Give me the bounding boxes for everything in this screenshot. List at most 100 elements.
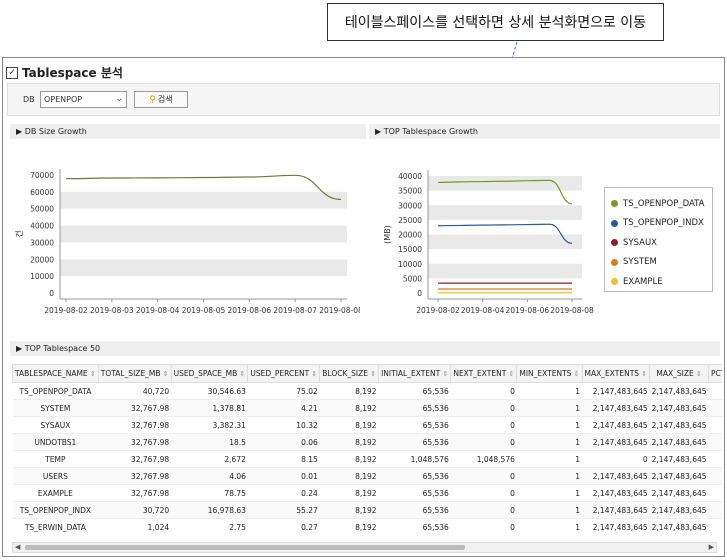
sort-icon[interactable]: ⇕ [639,370,647,378]
y-tick-label: 10000 [398,260,422,269]
tablespace-name-cell[interactable]: TS_ERWIN_DATA [12,518,99,534]
table-row[interactable]: TEMP 32,767.98 2,672 8.15 8,192 1,048,576 1,04… [12,450,722,468]
column-header[interactable]: USED_SPACE_MB ⇕ [170,364,249,383]
page-title: Tablespace 분석 [22,66,123,80]
table-cell: 2,147,483,645 [582,484,650,502]
tablespace-name-cell[interactable]: USERS [12,467,99,485]
chevron-down-icon: ⌄ [115,94,123,104]
table-cell: 32,767.98 [98,467,172,485]
table-row[interactable]: TS_ERWIN_DATA 1,024 2.75 0.27 8,192 65,536 0 1 2… [12,518,722,534]
table-cell: 65,536 [378,501,451,519]
table-cell: 65,536 [378,433,451,451]
grid-band [60,225,347,243]
search-icon: ⚲ [149,94,156,105]
table-cell: 0 [450,382,517,400]
sort-icon[interactable]: ⇕ [88,370,96,378]
tablespace-name-cell[interactable]: TEMP [12,450,99,468]
column-header-label: PCT_IN [711,369,722,378]
table-cell: 1 [516,501,583,519]
chart-legend: TS_OPENPOP_DATA TS_OPENPOP_INDX SYSAUX SYST… [604,187,713,292]
tablespace-name-cell[interactable]: UNDOTBS1 [12,433,99,451]
x-tick-label: 2019-08-02 [416,306,460,315]
table-row[interactable]: SYSTEM 32,767.98 1,378.81 4.21 8,192 65,536 0 1… [12,399,722,417]
legend-item[interactable]: TS_OPENPOP_INDX [611,214,712,234]
tablespace-name-cell[interactable]: TS_OPENPOP_DATA [12,382,99,400]
column-header-label: MAX_SIZE [656,369,694,378]
y-tick-label: 60000 [30,188,54,197]
horizontal-scrollbar[interactable]: ◀ ▶ [12,542,717,553]
legend-item[interactable]: TS_OPENPOP_DATA [611,194,712,214]
sort-icon[interactable]: ⇕ [506,370,515,378]
sort-icon[interactable]: ⇕ [368,370,376,378]
column-header[interactable]: INITIAL_EXTENT ⇕ [378,364,452,383]
x-tick-label: 2019-08-02 [44,306,88,315]
scroll-left-icon[interactable]: ◀ [15,543,20,552]
column-header[interactable]: USED_PERCENT ⇕ [247,364,321,383]
y-tick-label: 0 [49,289,54,298]
table-cell [708,433,722,451]
tablespace-name-cell[interactable]: SYSAUX [12,416,99,434]
tablespace-name-cell[interactable]: EXAMPLE [12,484,99,502]
db-select[interactable]: OPENPOP ⌄ [40,91,127,108]
table-cell: 0 [582,450,650,468]
y-tick-label: 5000 [403,274,422,283]
table-cell: 2,672 [171,450,248,468]
sort-icon[interactable]: ⇕ [440,370,448,378]
table-cell: 1 [516,399,583,417]
column-header[interactable]: MAX_SIZE ⇕ [649,364,710,383]
table-cell: 0.06 [247,433,320,451]
scroll-right-icon[interactable]: ▶ [709,543,714,552]
tablespace-name-cell[interactable]: TS_OPENPOP_INDX [12,501,99,519]
sort-icon[interactable]: ⇕ [309,370,317,378]
grid-band [60,259,347,277]
column-header-label: NEXT_EXTENT [453,369,507,378]
table-cell: 10.32 [247,416,320,434]
table-row[interactable]: EXAMPLE 32,767.98 78.75 0.24 8,192 65,536 0 1 2,… [12,484,722,502]
table-row[interactable]: SYSAUX 32,767.98 3,382.31 10.32 8,192 65,536 0… [12,416,722,434]
sort-icon[interactable]: ⇕ [571,370,580,378]
column-header[interactable]: PCT_IN [708,364,722,383]
column-header[interactable]: MAX_EXTENTS ⇕ [581,364,651,383]
table-cell: 8,192 [319,467,379,485]
table-cell: 2,147,483,645 [582,518,650,534]
column-header-label: USED_SPACE_MB [173,369,238,378]
table-cell [708,518,722,534]
table-row[interactable]: TS_OPENPOP_DATA 40,720 30,546.63 75.02 8,192… [12,382,722,400]
table-cell: 2,147,483,645 [582,382,650,400]
legend-item[interactable]: SYSAUX [611,233,712,253]
search-button[interactable]: ⚲ 검색 [134,91,188,108]
tablespace-name-cell[interactable]: SYSTEM [12,399,99,417]
table-cell: 4.06 [171,467,248,485]
table-cell: 2,147,483,645 [582,501,650,519]
scrollbar-thumb[interactable] [25,545,465,550]
table-row[interactable]: USERS 32,767.98 4.06 0.01 8,192 65,536 0 1 2,147… [12,467,722,485]
table-cell: 2,147,483,645 [649,399,709,417]
table-cell: 0 [450,433,517,451]
column-header[interactable]: TABLESPACE_NAME ⇕ [12,364,99,383]
table-cell: 8,192 [319,416,379,434]
sort-icon[interactable]: ⇕ [694,370,702,378]
table-row[interactable]: UNDOTBS1 32,767.98 18.5 0.06 8,192 65,536 0 1 2,… [12,433,722,451]
sort-icon[interactable]: ⇕ [237,370,246,378]
legend-swatch [611,258,618,266]
table-cell: 8,192 [319,433,379,451]
table-cell: 0 [450,467,517,485]
table-cell: 1 [516,518,583,534]
y-axis-label: 건 [14,230,24,237]
legend-swatch [611,278,618,286]
sort-icon[interactable]: ⇕ [161,370,169,378]
column-header[interactable]: TOTAL_SIZE_MB ⇕ [97,364,172,383]
legend-item[interactable]: EXAMPLE [611,272,712,292]
table-cell: 2,147,483,645 [649,450,709,468]
checkbox-icon: ✓ [6,66,18,79]
y-tick-label: 40000 [30,222,54,231]
column-header[interactable]: MIN_EXTENTS ⇕ [516,364,583,383]
table-row[interactable]: TS_OPENPOP_INDX 30,720 16,978.63 55.27 8,192… [12,501,722,519]
column-header[interactable]: BLOCK_SIZE ⇕ [319,364,380,383]
column-header-label: MAX_EXTENTS [584,369,640,378]
y-tick-label: 50000 [30,205,54,214]
table-cell: 2,147,483,645 [582,467,650,485]
column-header[interactable]: NEXT_EXTENT ⇕ [450,364,518,383]
table-cell: 1,378.81 [171,399,248,417]
legend-item[interactable]: SYSTEM [611,253,712,273]
